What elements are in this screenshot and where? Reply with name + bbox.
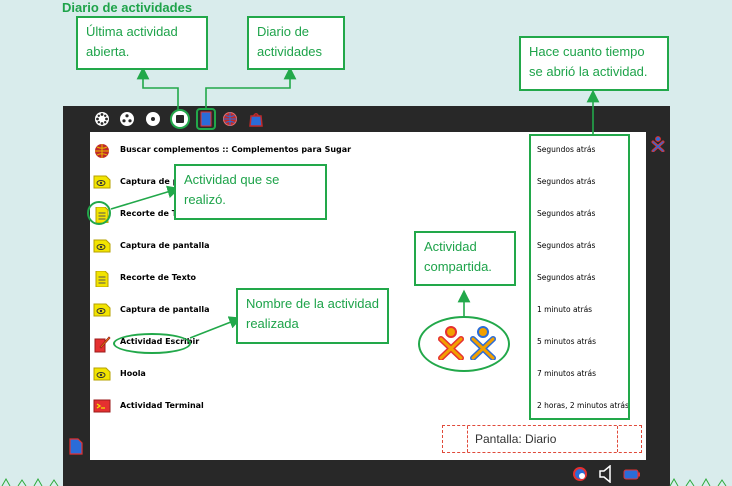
grass-decoration: [1, 477, 727, 486]
callout-time-ago: Hace cuanto tiempo se abrió la actividad…: [519, 36, 669, 91]
screen-label-box: Pantalla: Diario: [442, 425, 642, 453]
callout-last-activity: Última actividad abierta.: [76, 16, 208, 70]
screen-label: Pantalla: Diario: [475, 432, 557, 446]
callout-activity-name: Nombre de la actividad realizada: [236, 288, 389, 344]
callout-shared-activity: Actividad compartida.: [414, 231, 516, 286]
callout-activity-done: Actividad que se realizó.: [174, 164, 327, 220]
callout-journal: Diario de actividades: [247, 16, 345, 70]
